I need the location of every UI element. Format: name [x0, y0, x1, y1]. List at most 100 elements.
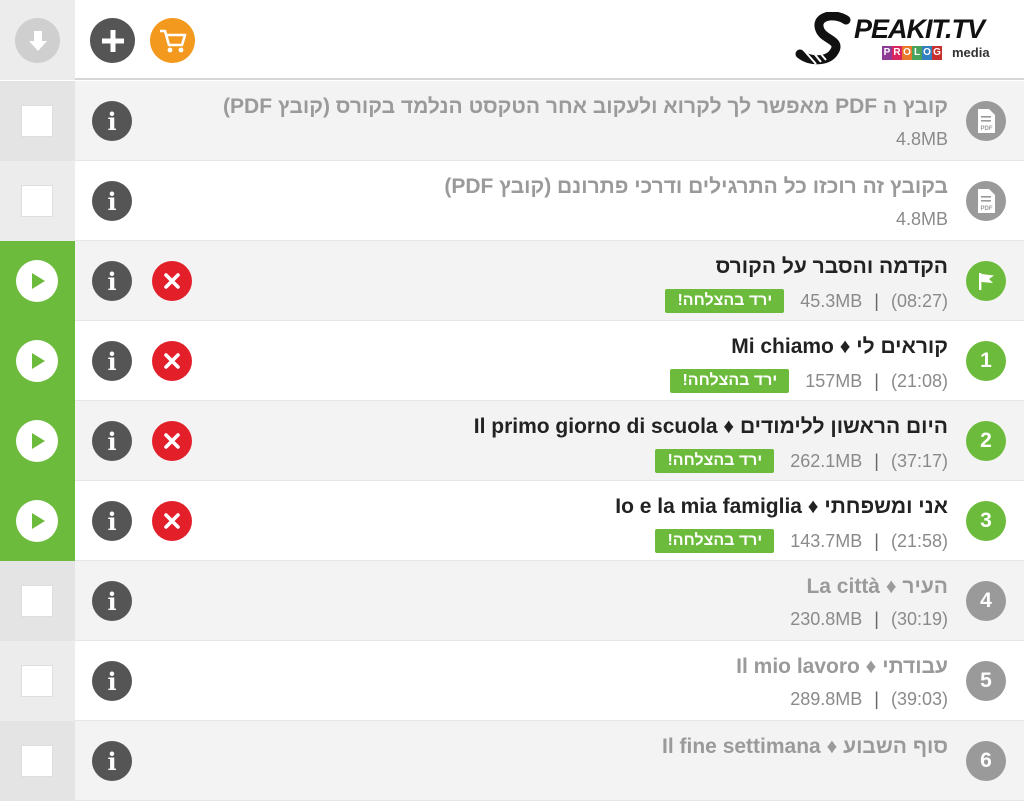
- flag-icon: [966, 261, 1006, 301]
- row-title: בקובץ זה רוכזו כל התרגילים ודרכי פתרונם …: [444, 175, 948, 198]
- duration: (37:17): [890, 450, 948, 471]
- select-checkbox[interactable]: [21, 105, 53, 137]
- row-title: קוראים לי ♦ Mi chiamo: [731, 335, 948, 358]
- meta-separator: |: [874, 290, 879, 311]
- logo-text: PEAKIT.TV: [854, 14, 985, 44]
- logo-media: media: [952, 45, 990, 60]
- lesson-number-badge: 1: [966, 341, 1006, 381]
- play-button[interactable]: [16, 260, 58, 302]
- select-checkbox[interactable]: [21, 665, 53, 697]
- duration: (08:27): [890, 290, 948, 311]
- cart-icon: [159, 29, 186, 52]
- status-badge: ירד בהצלחה!: [670, 369, 790, 393]
- info-button[interactable]: i: [92, 101, 132, 141]
- row-left-cell: [0, 241, 75, 321]
- add-button[interactable]: [90, 18, 135, 63]
- row-left-cell: [0, 81, 75, 161]
- duration: (30:19): [890, 609, 948, 629]
- play-button[interactable]: [16, 420, 58, 462]
- duration: (39:03): [890, 689, 948, 709]
- select-checkbox[interactable]: [21, 185, 53, 217]
- logo-letter: O: [902, 46, 912, 60]
- document-icon: PDF: [978, 189, 995, 213]
- list-item: i 5 עבודתי ♦ Il mio lavoro 289.8MB | (39:03): [0, 641, 1024, 721]
- row-meta: 4.8MB: [896, 209, 948, 230]
- cart-button[interactable]: [150, 18, 195, 63]
- close-icon: [164, 353, 180, 369]
- file-size: 157MB: [805, 370, 863, 391]
- lesson-number-badge: 3: [966, 501, 1006, 541]
- download-button[interactable]: [15, 18, 60, 63]
- logo-prolog: PROLOG: [882, 46, 942, 60]
- duration: (21:08): [890, 370, 948, 391]
- delete-button[interactable]: [152, 341, 192, 381]
- speakit-logo: PEAKIT.TV PROLOG media: [794, 12, 1004, 68]
- select-checkbox[interactable]: [21, 745, 53, 777]
- info-button[interactable]: i: [92, 421, 132, 461]
- document-icon: PDF: [978, 109, 995, 133]
- list-item: i PDF בקובץ זה רוכזו כל התרגילים ודרכי פתר…: [0, 161, 1024, 241]
- file-size: 289.8MB: [790, 689, 863, 709]
- select-checkbox[interactable]: [21, 585, 53, 617]
- delete-button[interactable]: [152, 261, 192, 301]
- row-meta: 289.8MB | (39:03): [790, 689, 948, 710]
- row-left-cell: [0, 561, 75, 641]
- logo-s-mark: [795, 12, 851, 65]
- info-button[interactable]: i: [92, 581, 132, 621]
- list-item: i 2 היום הראשון ללימודים ♦ Il primo giorno…: [0, 401, 1024, 481]
- row-meta: 230.8MB | (30:19): [790, 609, 948, 630]
- row-left-cell: [0, 641, 75, 721]
- info-button[interactable]: i: [92, 341, 132, 381]
- play-icon: [32, 433, 45, 449]
- meta-separator: |: [874, 689, 879, 709]
- row-left-cell: [0, 721, 75, 801]
- delete-button[interactable]: [152, 501, 192, 541]
- row-left-cell: [0, 161, 75, 241]
- row-meta: 4.8MB: [896, 129, 948, 150]
- row-title: אני ומשפחתי ♦ Io e la mia famiglia: [615, 495, 948, 518]
- status-badge: ירד בהצלחה!: [655, 529, 775, 553]
- row-meta: ירד בהצלחה! 157MB | (21:08): [670, 369, 948, 393]
- svg-text:PDF: PDF: [981, 126, 993, 132]
- meta-separator: |: [874, 609, 879, 629]
- file-size: 262.1MB: [790, 450, 863, 471]
- file-size: 4.8MB: [895, 209, 948, 229]
- lesson-number-badge: 6: [966, 741, 1006, 781]
- row-left-cell: [0, 401, 75, 481]
- info-button[interactable]: i: [92, 741, 132, 781]
- plus-icon: [101, 29, 124, 52]
- lesson-number-badge: 5: [966, 661, 1006, 701]
- info-button[interactable]: i: [92, 661, 132, 701]
- app-header: PEAKIT.TV PROLOG media: [0, 0, 1024, 80]
- list-item: i PDF קובץ ה PDF מאפשר לך לקרוא ולעקוב אחר…: [0, 81, 1024, 161]
- row-meta: ירד בהצלחה! 262.1MB | (37:17): [655, 449, 948, 473]
- delete-button[interactable]: [152, 421, 192, 461]
- logo-letter: P: [882, 46, 892, 60]
- info-button[interactable]: i: [92, 181, 132, 221]
- download-icon: [28, 30, 47, 51]
- info-button[interactable]: i: [92, 261, 132, 301]
- play-icon: [32, 513, 45, 529]
- meta-separator: |: [874, 530, 879, 551]
- lesson-number-badge: 4: [966, 581, 1006, 621]
- play-button[interactable]: [16, 500, 58, 542]
- play-icon: [32, 353, 45, 369]
- close-icon: [164, 513, 180, 529]
- row-meta: ירד בהצלחה! 45.3MB | (08:27): [665, 289, 948, 313]
- pdf-icon: PDF: [966, 101, 1006, 141]
- row-meta: ירד בהצלחה! 143.7MB | (21:58): [655, 529, 948, 553]
- file-size: 230.8MB: [790, 609, 863, 629]
- lesson-number-badge: 2: [966, 421, 1006, 461]
- file-size: 143.7MB: [790, 530, 863, 551]
- info-button[interactable]: i: [92, 501, 132, 541]
- row-title: העיר ♦ La città: [806, 575, 948, 598]
- status-badge: ירד בהצלחה!: [665, 289, 785, 313]
- row-title: עבודתי ♦ Il mio lavoro: [736, 655, 948, 678]
- play-button[interactable]: [16, 340, 58, 382]
- list-item: i 6 סוף השבוע ♦ Il fine settimana: [0, 721, 1024, 801]
- meta-separator: |: [874, 450, 879, 471]
- logo-letter: L: [912, 46, 922, 60]
- row-title: היום הראשון ללימודים ♦ Il primo giorno d…: [473, 415, 948, 438]
- row-title: הקדמה והסבר על הקורס: [715, 255, 948, 278]
- row-left-cell: [0, 481, 75, 561]
